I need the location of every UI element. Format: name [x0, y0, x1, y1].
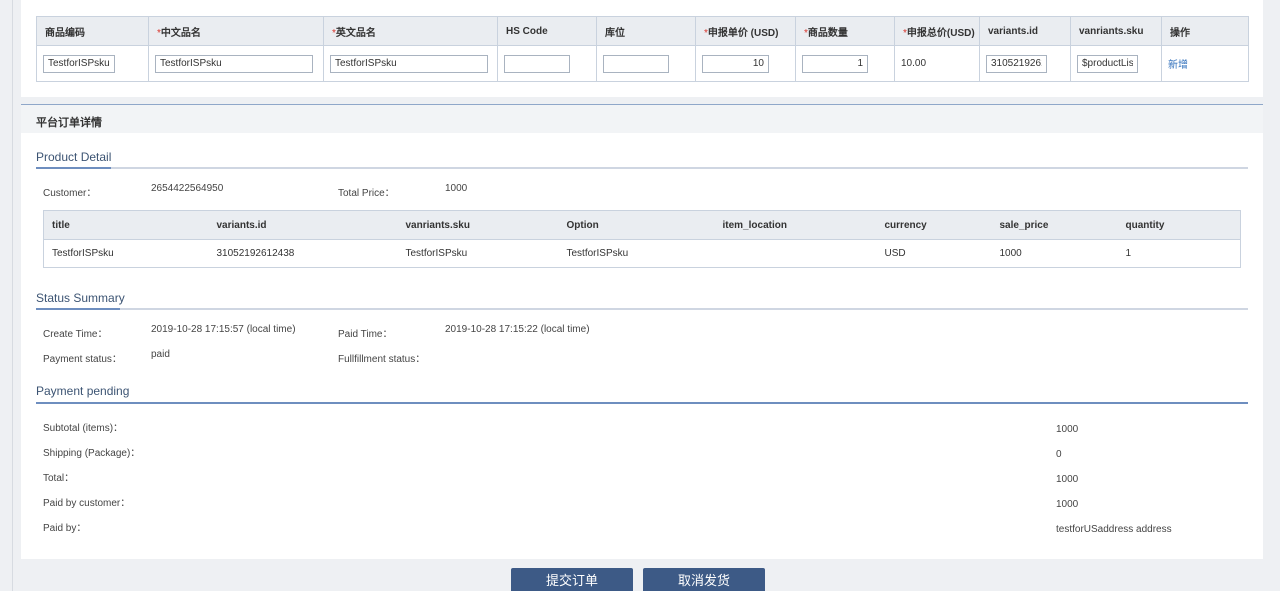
table-row: TestforISPsku 31052192612438 TestforISPs…: [43, 239, 1241, 268]
cancel-shipment-button[interactable]: 取消发货: [643, 568, 765, 591]
col-header-sale-price: sale_price: [991, 210, 1118, 240]
subtotal-label: Subtotal (items)：: [43, 423, 124, 434]
paid-time-label: Paid Time：: [338, 329, 393, 340]
col-header-currency: currency: [876, 210, 992, 240]
subtotal-value: 1000: [1056, 424, 1079, 435]
payment-pending-rule: [36, 402, 1248, 404]
product-declaration-panel: 商品编码 *中文品名 *英文品名 HS Code 库位 *申报单价 (USD) …: [21, 0, 1263, 97]
col-header-unit-price: *申报单价 (USD): [695, 16, 796, 46]
fulfillment-status-label: Fullfillment status：: [338, 354, 426, 365]
customer-label: Customer：: [43, 188, 97, 199]
status-summary-title: Status Summary: [36, 291, 125, 305]
col-header-action: 操作: [1161, 16, 1249, 46]
col-header-quantity: quantity: [1117, 210, 1241, 240]
product-detail-title: Product Detail: [36, 150, 112, 164]
shipping-value: 0: [1056, 449, 1062, 460]
cell-variants-sku: TestforISPsku: [397, 239, 559, 268]
order-items-table: title variants.id vanriants.sku Option i…: [43, 210, 1241, 268]
payment-pending-title: Payment pending: [36, 384, 130, 398]
cell-quantity: 1: [1117, 239, 1241, 268]
col-header-en-name: *英文品名: [323, 16, 498, 46]
col-header-variants-sku: vanriants.sku: [397, 210, 559, 240]
cell-variants-id: 31052192612438: [208, 239, 398, 268]
status-summary-rule: [36, 308, 1248, 310]
col-header-cn-name: *中文品名: [148, 16, 324, 46]
paid-by-value: testforUSaddress address: [1056, 524, 1172, 535]
submit-order-button[interactable]: 提交订单: [511, 568, 633, 591]
payment-status-label: Payment status：: [43, 354, 122, 365]
en-name-input[interactable]: [330, 54, 488, 73]
col-header-item-location: item_location: [714, 210, 877, 240]
page-left-border: [12, 0, 13, 591]
cell-currency: USD: [876, 239, 992, 268]
product-table-header: 商品编码 *中文品名 *英文品名 HS Code 库位 *申报单价 (USD) …: [36, 16, 1249, 46]
add-row-link[interactable]: 新增: [1168, 60, 1188, 71]
total-price-value: 10.00: [894, 45, 980, 82]
product-detail-rule: [36, 167, 1248, 169]
cell-option: TestforISPsku: [558, 239, 715, 268]
col-header-code: 商品编码: [36, 16, 149, 46]
total-price-value: 1000: [445, 183, 468, 194]
col-header-total: *申报总价(USD): [894, 16, 980, 46]
create-time-value: 2019-10-28 17:15:57 (local time): [151, 324, 296, 335]
order-items-header: title variants.id vanriants.sku Option i…: [43, 210, 1241, 240]
order-detail-panel: 平台订单详情 Product Detail Customer： 26544225…: [21, 104, 1263, 559]
col-header-location: 库位: [596, 16, 696, 46]
cell-sale-price: 1000: [991, 239, 1118, 268]
paid-by-customer-label: Paid by customer：: [43, 498, 131, 509]
cell-item-location: [714, 239, 877, 268]
payment-status-value: paid: [151, 349, 170, 360]
cell-title: TestforISPsku: [43, 239, 209, 268]
table-row: 10.00 新增: [36, 45, 1249, 82]
location-input[interactable]: [603, 54, 669, 73]
paid-by-label: Paid by：: [43, 523, 87, 534]
col-header-title: title: [43, 210, 209, 240]
col-header-variants-id: variants.id: [208, 210, 398, 240]
hs-code-input[interactable]: [504, 54, 570, 73]
col-header-quantity: *商品数量: [795, 16, 895, 46]
total-price-label: Total Price：: [338, 188, 395, 199]
quantity-input[interactable]: [802, 54, 868, 73]
create-time-label: Create Time：: [43, 329, 108, 340]
paid-by-customer-value: 1000: [1056, 499, 1079, 510]
product-declaration-table: 商品编码 *中文品名 *英文品名 HS Code 库位 *申报单价 (USD) …: [36, 16, 1249, 82]
shipping-label: Shipping (Package)：: [43, 448, 141, 459]
unit-price-input[interactable]: [702, 54, 769, 73]
variant-id-input[interactable]: [986, 54, 1047, 73]
paid-time-value: 2019-10-28 17:15:22 (local time): [445, 324, 590, 335]
col-header-hs-code: HS Code: [497, 16, 597, 46]
cn-name-input[interactable]: [155, 54, 313, 73]
col-header-option: Option: [558, 210, 715, 240]
total-label: Total：: [43, 473, 75, 484]
order-detail-title: 平台订单详情: [21, 105, 1263, 133]
product-code-input[interactable]: [43, 54, 115, 73]
col-header-variant-sku: vanriants.sku: [1070, 16, 1162, 46]
total-value: 1000: [1056, 474, 1079, 485]
customer-value: 2654422564950: [151, 183, 224, 194]
col-header-variant-id: variants.id: [979, 16, 1071, 46]
variant-sku-input[interactable]: [1077, 54, 1138, 73]
